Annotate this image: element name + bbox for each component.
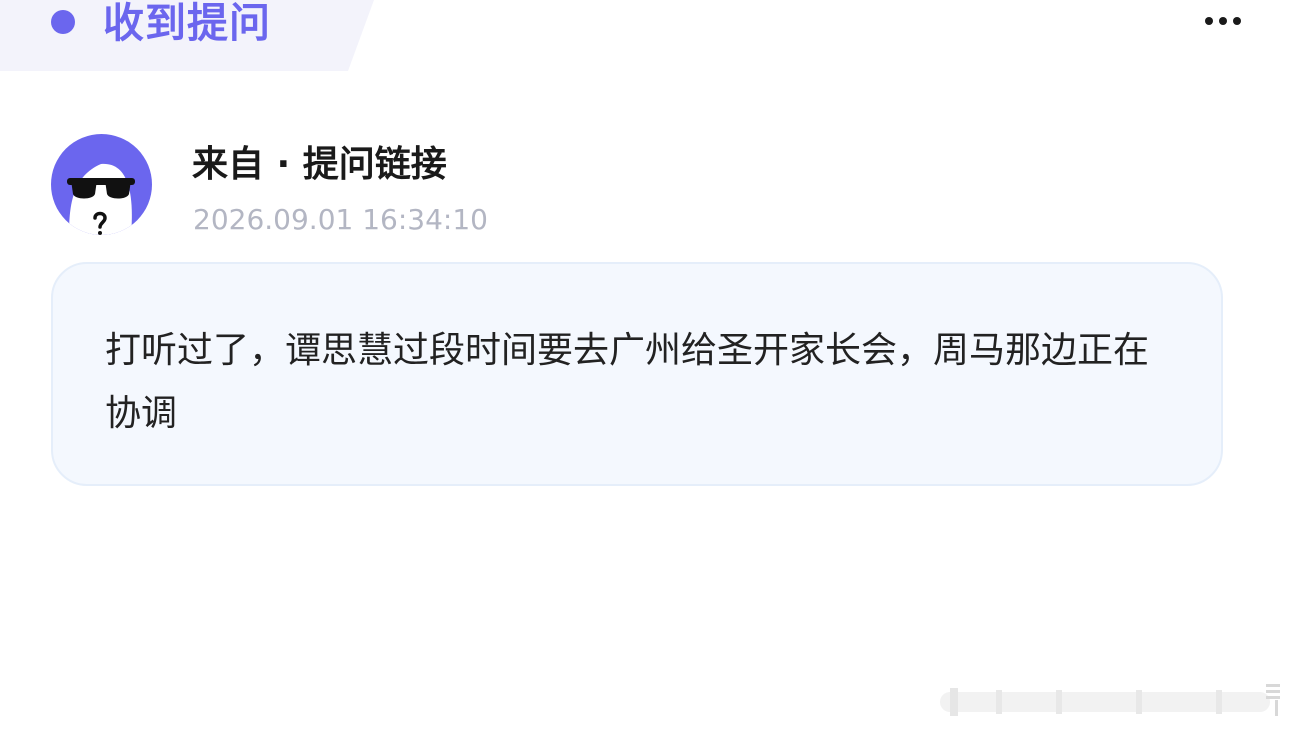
question-page: 收到提问 来自 · 提问链接 2026.09.01 16:34:10 打听过了，… xyxy=(0,0,1300,731)
more-options-button[interactable] xyxy=(1195,6,1251,36)
message-bubble: 打听过了，谭思慧过段时间要去广州给圣开家长会，周马那边正在协调 xyxy=(51,262,1223,486)
more-dots-icon xyxy=(1205,17,1213,25)
anonymous-avatar-icon xyxy=(67,163,135,235)
avatar xyxy=(51,134,152,235)
page-title: 收到提问 xyxy=(103,0,271,47)
message-text: 打听过了，谭思慧过段时间要去广州给圣开家长会，周马那边正在协调 xyxy=(105,330,1150,434)
watermark-icon xyxy=(940,684,1280,716)
header-dot-icon xyxy=(51,10,75,34)
sender-name: 来自 · 提问链接 xyxy=(192,144,447,185)
timestamp: 2026.09.01 16:34:10 xyxy=(193,203,488,236)
